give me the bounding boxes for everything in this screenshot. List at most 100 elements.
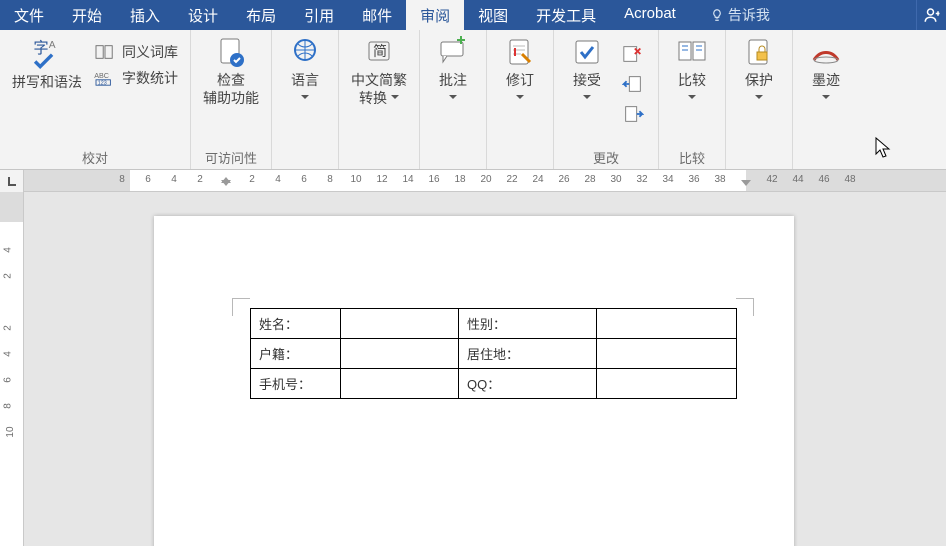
cell-residence-value[interactable] bbox=[597, 339, 737, 369]
tab-selector[interactable] bbox=[0, 170, 24, 192]
mouse-cursor-icon bbox=[874, 136, 894, 160]
thesaurus-button[interactable]: 同义词库 bbox=[88, 42, 184, 62]
table-row[interactable]: 姓名： 性别： bbox=[251, 309, 737, 339]
new-comment-button[interactable]: 批注 bbox=[426, 34, 480, 109]
cell-name-value[interactable] bbox=[341, 309, 459, 339]
spelling-label: 拼写和语法 bbox=[12, 74, 82, 92]
accept-icon bbox=[571, 36, 603, 68]
svg-text:A: A bbox=[49, 40, 56, 51]
tab-stop-icon bbox=[6, 175, 18, 187]
thesaurus-label: 同义词库 bbox=[122, 42, 178, 62]
thesaurus-icon bbox=[94, 43, 116, 61]
chevron-down-icon bbox=[391, 90, 399, 106]
chinese-conversion-label2: 转换 bbox=[359, 90, 387, 106]
cell-gender-value[interactable] bbox=[597, 309, 737, 339]
track-changes-icon bbox=[504, 36, 536, 68]
track-changes-button[interactable]: 修订 bbox=[493, 34, 547, 109]
ribbon-group-chinese-conversion: 简 中文简繁 转换 bbox=[339, 30, 420, 169]
spelling-button[interactable]: 字 A 拼写和语法 bbox=[6, 34, 88, 94]
chevron-down-icon bbox=[688, 90, 696, 108]
table-row[interactable]: 手机号： QQ： bbox=[251, 369, 737, 399]
ink-button[interactable]: 墨迹 bbox=[799, 34, 853, 109]
wordcount-label: 字数统计 bbox=[122, 68, 178, 88]
tell-me-label: 告诉我 bbox=[728, 5, 770, 25]
ribbon-group-protect: 保护 bbox=[726, 30, 793, 169]
previous-change-button[interactable] bbox=[618, 72, 648, 96]
cell-name-label[interactable]: 姓名： bbox=[251, 309, 341, 339]
ribbon-group-tracking: 修订 bbox=[487, 30, 554, 169]
document-canvas[interactable]: 姓名： 性别： 户籍： 居住地： 手机号： QQ： bbox=[24, 192, 946, 546]
cell-hukou-value[interactable] bbox=[341, 339, 459, 369]
menu-tab-references[interactable]: 引用 bbox=[290, 0, 348, 30]
cell-phone-value[interactable] bbox=[341, 369, 459, 399]
menu-tab-insert[interactable]: 插入 bbox=[116, 0, 174, 30]
menu-bar: 文件 开始 插入 设计 布局 引用 邮件 审阅 视图 开发工具 Acrobat … bbox=[0, 0, 946, 30]
page[interactable]: 姓名： 性别： 户籍： 居住地： 手机号： QQ： bbox=[154, 216, 794, 546]
menu-tab-devtools[interactable]: 开发工具 bbox=[522, 0, 610, 30]
track-label: 修订 bbox=[506, 72, 534, 90]
menu-tab-layout[interactable]: 布局 bbox=[232, 0, 290, 30]
svg-text:ABC: ABC bbox=[94, 71, 109, 80]
margin-mark-top-left bbox=[232, 298, 250, 316]
accessibility-icon bbox=[215, 36, 247, 68]
compare-label: 比较 bbox=[678, 72, 706, 90]
menu-tab-design[interactable]: 设计 bbox=[174, 0, 232, 30]
chevron-down-icon bbox=[516, 90, 524, 108]
svg-text:字: 字 bbox=[33, 40, 48, 57]
menu-tab-view[interactable]: 视图 bbox=[464, 0, 522, 30]
ink-icon bbox=[810, 36, 842, 68]
chinese-conversion-icon: 简 bbox=[363, 36, 395, 68]
menu-tab-review[interactable]: 审阅 bbox=[406, 0, 464, 30]
language-button[interactable]: 语言 bbox=[278, 34, 332, 109]
svg-text:简: 简 bbox=[373, 43, 387, 59]
ribbon-group-changes: 接受 bbox=[554, 30, 659, 169]
ribbon-group-ink: 墨迹 bbox=[793, 30, 859, 169]
compare-button[interactable]: 比较 bbox=[665, 34, 719, 109]
previous-icon bbox=[622, 74, 644, 94]
chevron-down-icon bbox=[583, 90, 591, 108]
menu-tab-mailings[interactable]: 邮件 bbox=[348, 0, 406, 30]
chevron-down-icon bbox=[449, 90, 457, 108]
chinese-conversion-button[interactable]: 简 中文简繁 转换 bbox=[345, 34, 413, 109]
vertical-ruler[interactable]: 42246810 bbox=[0, 192, 24, 546]
cell-hukou-label[interactable]: 户籍： bbox=[251, 339, 341, 369]
ribbon-group-proofing: 字 A 拼写和语法 同义词库 ABC bbox=[0, 30, 191, 169]
horizontal-ruler[interactable]: 8642246810121416182022242628303234363842… bbox=[0, 170, 946, 192]
person-share-icon bbox=[923, 6, 941, 24]
next-change-button[interactable] bbox=[618, 102, 648, 126]
language-label: 语言 bbox=[291, 72, 319, 90]
group-label-compare: 比较 bbox=[665, 148, 719, 169]
reject-button[interactable] bbox=[618, 42, 648, 66]
menu-tab-file[interactable]: 文件 bbox=[0, 0, 58, 30]
table-row[interactable]: 户籍： 居住地： bbox=[251, 339, 737, 369]
tell-me-search[interactable]: 告诉我 bbox=[690, 0, 916, 30]
cell-qq-label[interactable]: QQ： bbox=[459, 369, 597, 399]
ribbon: 字 A 拼写和语法 同义词库 ABC bbox=[0, 30, 946, 170]
cell-qq-value[interactable] bbox=[597, 369, 737, 399]
compare-icon bbox=[676, 36, 708, 68]
group-label-proofing: 校对 bbox=[6, 148, 184, 169]
next-icon bbox=[622, 104, 644, 124]
menu-tab-acrobat[interactable]: Acrobat bbox=[610, 0, 690, 30]
check-a11y-label2: 辅助功能 bbox=[203, 90, 259, 108]
menu-tab-home[interactable]: 开始 bbox=[58, 0, 116, 30]
protect-label: 保护 bbox=[745, 72, 773, 90]
protect-button[interactable]: 保护 bbox=[732, 34, 786, 109]
chinese-conversion-label1: 中文简繁 bbox=[351, 72, 407, 90]
spelling-icon: 字 A bbox=[30, 36, 64, 70]
margin-mark-top-right bbox=[736, 298, 754, 316]
reject-icon bbox=[622, 44, 644, 64]
wordcount-button[interactable]: ABC 123 字数统计 bbox=[88, 68, 184, 88]
cell-phone-label[interactable]: 手机号： bbox=[251, 369, 341, 399]
check-accessibility-button[interactable]: 检查 辅助功能 bbox=[197, 34, 265, 109]
form-table[interactable]: 姓名： 性别： 户籍： 居住地： 手机号： QQ： bbox=[250, 308, 737, 399]
accept-button[interactable]: 接受 bbox=[560, 34, 614, 109]
share-button[interactable] bbox=[916, 0, 946, 30]
cell-residence-label[interactable]: 居住地： bbox=[459, 339, 597, 369]
ribbon-group-language: 语言 bbox=[272, 30, 339, 169]
svg-text:123: 123 bbox=[98, 80, 107, 86]
language-icon bbox=[289, 36, 321, 68]
workspace: 42246810 姓名： 性别： 户籍： 居住地： 手机号： bbox=[0, 192, 946, 546]
lightbulb-icon bbox=[710, 8, 724, 22]
cell-gender-label[interactable]: 性别： bbox=[459, 309, 597, 339]
